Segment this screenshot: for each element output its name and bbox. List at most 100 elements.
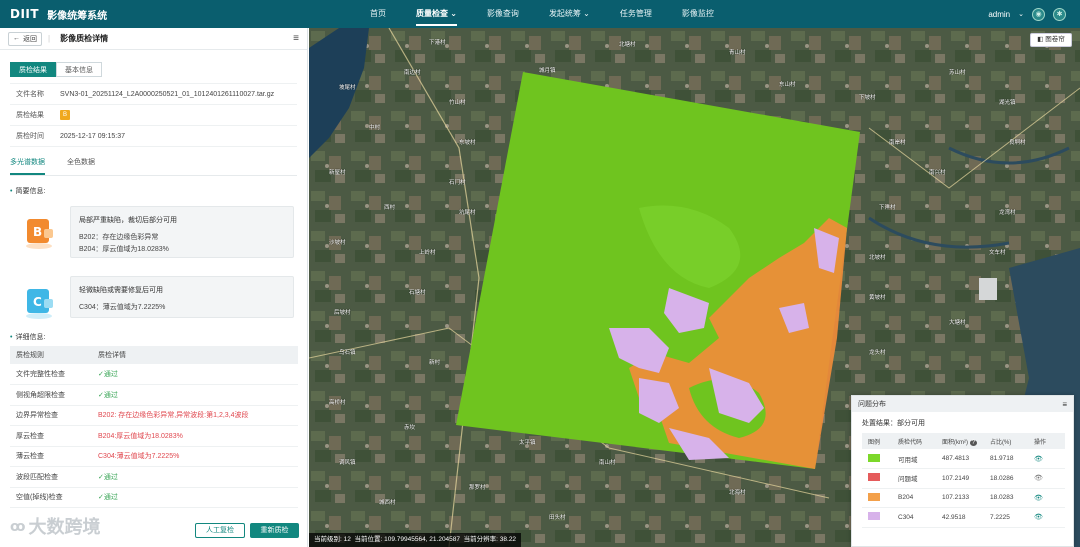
back-button[interactable]: ← 返回 bbox=[8, 31, 42, 46]
chevron-down-icon[interactable]: ⌄ bbox=[1018, 10, 1024, 18]
place-label: 东坡村 bbox=[459, 140, 476, 146]
rule-cell: 文件完整性检查 bbox=[10, 364, 92, 385]
map-view[interactable]: 下港村 北塘村 青山村 南边村 城月镇 坡尾村 东山村 竹山村 苏山村 下坡村 … bbox=[309, 28, 1080, 547]
time-label: 质检时间 bbox=[16, 133, 44, 140]
rule-cell: 边界异常检查 bbox=[10, 405, 92, 426]
detail-cell: C304:薄云值域为7.2225% bbox=[92, 446, 298, 467]
nav-label: 任务管理 bbox=[619, 9, 652, 18]
tab-multispectral[interactable]: 多光谱数据 bbox=[10, 157, 45, 175]
tab-panchromatic[interactable]: 全色数据 bbox=[67, 157, 95, 175]
summary-item-c: C 轻微缺陷或需要修复后可用 C304：薄云值域为7.2225% bbox=[10, 276, 297, 326]
summary-card-title: 局部严重缺陷，裁切后部分可用 bbox=[79, 217, 177, 224]
table-row: 薄云检查 C304:薄云值域为7.2225% bbox=[10, 446, 298, 467]
col-header: 质检详情 bbox=[92, 346, 298, 364]
place-label: 大塘村 bbox=[949, 320, 966, 326]
eye-icon[interactable]: 👁 bbox=[1034, 514, 1043, 521]
disposal-label: 处置结果： bbox=[862, 420, 897, 427]
table-row: 空值(掉线)检查 ✓通过 bbox=[10, 487, 298, 508]
menu-icon[interactable]: ≡ bbox=[1062, 400, 1067, 409]
eye-icon[interactable]: 👁 bbox=[1034, 495, 1043, 502]
user-name[interactable]: admin bbox=[988, 10, 1010, 19]
nav-task-management[interactable]: 任务管理 bbox=[610, 0, 662, 28]
detail-cell: B204:厚云值域为18.0283% bbox=[92, 425, 298, 447]
place-label: 东山村 bbox=[779, 82, 796, 88]
place-label: 城月镇 bbox=[539, 68, 556, 74]
tab-quality-result[interactable]: 质检结果 bbox=[10, 62, 56, 77]
detail-cell: ✓通过 bbox=[92, 384, 298, 406]
tab-basic-info[interactable]: 基本信息 bbox=[56, 62, 102, 77]
manual-review-button[interactable]: 人工复检 bbox=[195, 523, 245, 538]
nav-image-query[interactable]: 影像查询 bbox=[477, 0, 529, 28]
summary-title: 简要信息: bbox=[10, 186, 307, 196]
nav-image-monitor[interactable]: 影像监控 bbox=[672, 0, 724, 28]
place-label: 西村 bbox=[384, 205, 396, 211]
svg-text:B: B bbox=[33, 225, 42, 239]
info-icon[interactable]: ? bbox=[969, 439, 978, 446]
rule-cell: 波段匹配检查 bbox=[10, 466, 92, 488]
nav-home[interactable]: 首页 bbox=[360, 0, 396, 28]
eye-icon[interactable]: 👁 bbox=[1034, 475, 1043, 482]
pct-cell: 18.0283 bbox=[984, 488, 1028, 508]
table-row: 问题域 107.2149 18.0286 👁 bbox=[862, 468, 1065, 489]
place-label: 青山村 bbox=[729, 50, 746, 56]
detail-cell: ✓通过 bbox=[92, 466, 298, 488]
message-icon[interactable]: ◉ bbox=[1032, 7, 1045, 21]
col-header: 质检规则 bbox=[10, 346, 92, 364]
place-label: 南边村 bbox=[404, 70, 421, 76]
col-header: 占比(%) bbox=[984, 433, 1028, 449]
panel-title: 影像质检详情 bbox=[60, 34, 109, 43]
app-logo[interactable]: DIIT 影像统筹系统 bbox=[10, 0, 107, 28]
summary-card: 局部严重缺陷，裁切后部分可用 B202：存在边缘色彩异常 B204：厚云值域为1… bbox=[70, 206, 294, 258]
level-label: 当前级别: bbox=[314, 536, 342, 543]
panel-tabs: 质检结果 基本信息 bbox=[10, 62, 307, 77]
place-label: 高桥村 bbox=[329, 400, 346, 406]
recheck-button[interactable]: 重新质检 bbox=[250, 523, 299, 538]
place-label: 后坡村 bbox=[334, 310, 351, 316]
menu-icon[interactable]: ≡ bbox=[293, 33, 299, 44]
summary-line: B204：厚云值域为18.0283% bbox=[79, 246, 169, 253]
place-label: 南山村 bbox=[599, 460, 616, 466]
file-name-label: 文件名称 bbox=[16, 91, 44, 98]
data-tabs: 多光谱数据 全色数据 bbox=[10, 157, 297, 176]
place-label: 北塘村 bbox=[619, 42, 636, 48]
issue-panel-header: 问题分布 ≡ bbox=[852, 396, 1073, 412]
detail-cell: B202: 存在边缘色彩异常,异常波段:第1,2,3,4波段 bbox=[92, 405, 298, 426]
nav-initiate[interactable]: 发起统筹 ⌄ bbox=[539, 0, 600, 28]
col-header: 质检代码 bbox=[892, 433, 936, 449]
place-label: 湖光镇 bbox=[999, 100, 1016, 106]
legend-swatch bbox=[868, 453, 880, 462]
divider: | bbox=[48, 34, 51, 43]
level-value: 12 bbox=[343, 536, 351, 543]
summary-card-title: 轻微缺陷或需要修复后可用 bbox=[79, 287, 163, 294]
place-label: 石门村 bbox=[449, 180, 466, 186]
resolution-label: 当前分辨率: bbox=[463, 536, 498, 543]
place-label: 城西村 bbox=[379, 500, 396, 506]
disposal-value: 部分可用 bbox=[897, 420, 925, 427]
place-label: 沙坡村 bbox=[329, 240, 346, 246]
result-badge: B bbox=[60, 110, 70, 120]
nav-quality-check[interactable]: 质量检查 ⌄ bbox=[406, 0, 467, 28]
area-cell: 107.2149 bbox=[936, 468, 984, 489]
settings-icon[interactable]: ✱ bbox=[1053, 7, 1066, 21]
eye-icon[interactable]: 👁 bbox=[1034, 456, 1043, 463]
place-label: 苏山村 bbox=[949, 70, 966, 76]
table-row: 文件完整性检查 ✓通过 bbox=[10, 364, 298, 385]
place-label: 太平镇 bbox=[519, 440, 536, 446]
chevron-down-icon: ⌄ bbox=[583, 9, 590, 18]
col-header: 面积(km²) ? bbox=[936, 433, 984, 449]
pct-cell: 18.0286 bbox=[984, 468, 1028, 489]
table-row: 边界异常检查 B202: 存在边缘色彩异常,异常波段:第1,2,3,4波段 bbox=[10, 405, 298, 426]
code-cell: B204 bbox=[892, 488, 936, 508]
main-nav: 首页 质量检查 ⌄ 影像查询 发起统筹 ⌄ 任务管理 影像监控 bbox=[360, 0, 734, 28]
col-header: 图例 bbox=[862, 433, 892, 449]
area-header-text: 面积(km²) bbox=[942, 439, 968, 446]
grade-c-icon: C bbox=[26, 289, 53, 319]
resolution-value: 38.22 bbox=[499, 536, 517, 543]
place-label: 良垌村 bbox=[1009, 140, 1026, 146]
time-value: 2025-12-17 09:15:37 bbox=[60, 132, 125, 140]
table-header-row: 图例 质检代码 面积(km²) ? 占比(%) 操作 bbox=[862, 433, 1065, 449]
summary-line: B202：存在边缘色彩异常 bbox=[79, 234, 159, 241]
swipe-layer-button[interactable]: ◧ 图卷帘 bbox=[1030, 33, 1072, 47]
summary-card: 轻微缺陷或需要修复后可用 C304：薄云值域为7.2225% bbox=[70, 276, 294, 318]
place-label: 黄坡村 bbox=[869, 295, 886, 301]
